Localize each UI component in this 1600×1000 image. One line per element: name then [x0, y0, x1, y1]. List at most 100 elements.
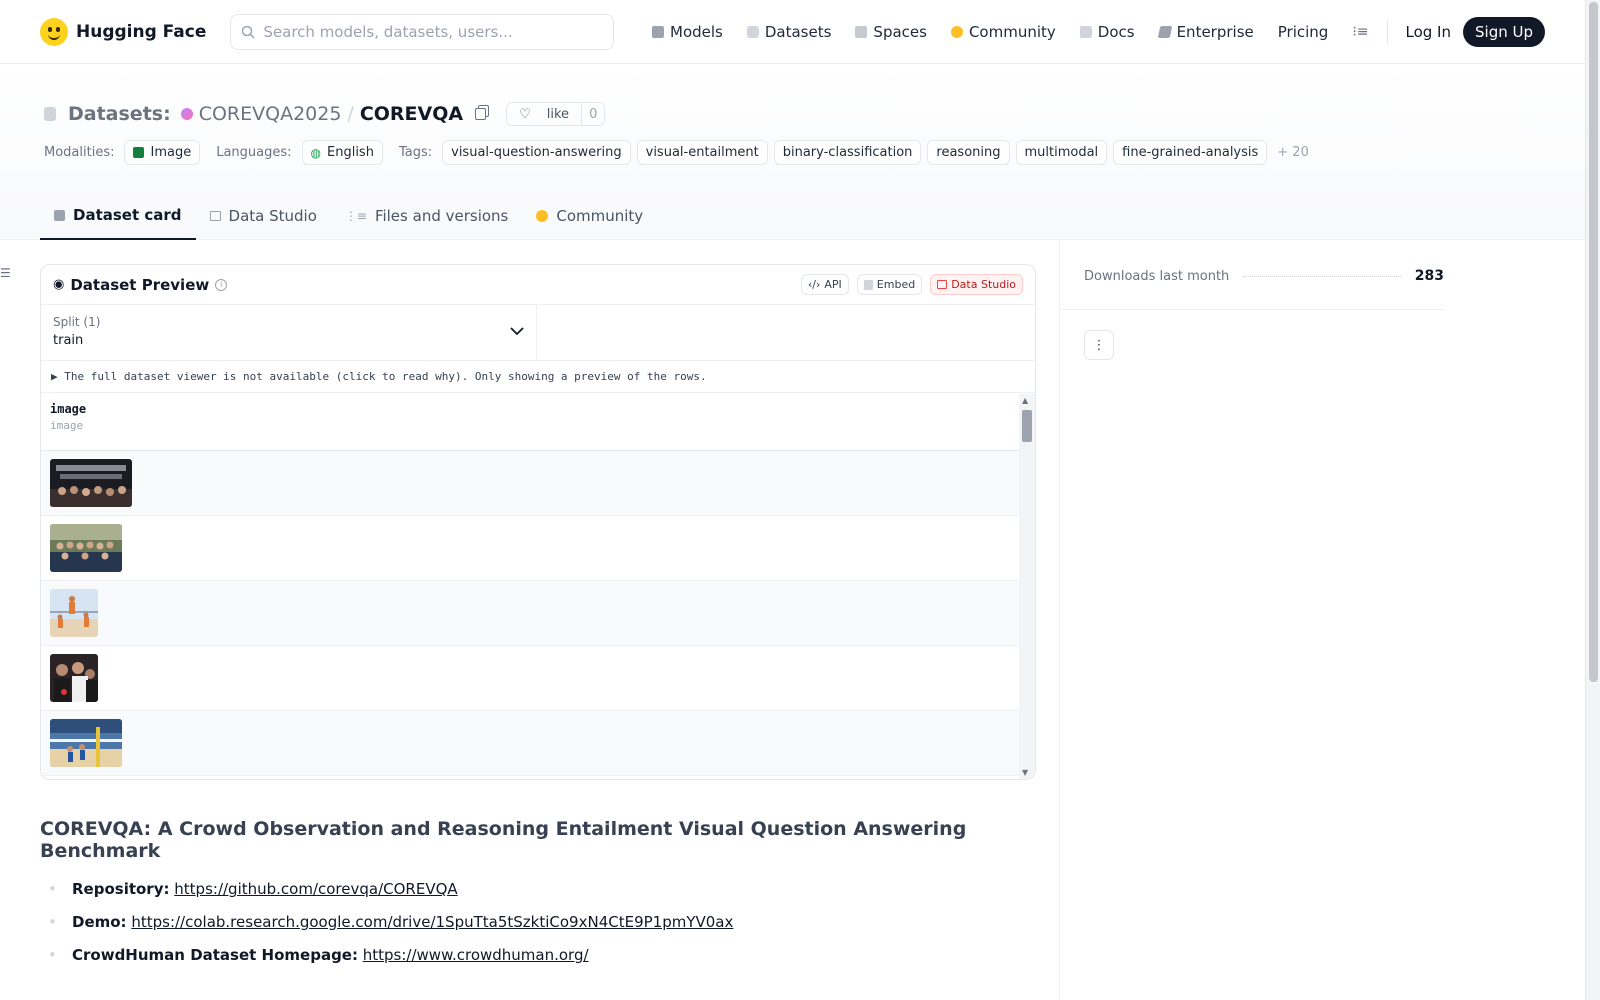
book-icon	[1079, 25, 1092, 38]
preview-actions: ‹/› API Embed Data Studio	[800, 274, 1023, 295]
image-thumbnail[interactable]	[50, 589, 98, 637]
preview-scrollbar[interactable]: ▲ ▼	[1019, 394, 1035, 779]
api-label: API	[824, 278, 842, 291]
embed-icon	[863, 279, 873, 290]
search-input[interactable]: Search models, datasets, users...	[230, 13, 615, 50]
more-tags-link[interactable]: + 20	[1277, 145, 1309, 160]
nav-docs[interactable]: Docs	[1068, 14, 1147, 50]
column-type: image	[50, 419, 84, 432]
signup-button[interactable]: Sign Up	[1463, 16, 1545, 47]
brand-logo[interactable]: Hugging Face	[40, 17, 206, 46]
table-row[interactable]	[41, 516, 1020, 581]
nav-label: Models	[670, 22, 723, 41]
embed-button[interactable]: Embed	[856, 274, 923, 295]
split-label: Split (1)	[53, 315, 101, 329]
scrollbar-thumb[interactable]	[1022, 410, 1032, 442]
image-thumbnail[interactable]	[50, 719, 122, 767]
downloads-stat: Downloads last month 283	[1084, 268, 1444, 284]
copy-icon[interactable]	[475, 108, 487, 120]
modalities-label: Modalities:	[44, 145, 115, 160]
info-icon[interactable]: i	[215, 278, 228, 291]
repo-tabs: Dataset card Data Studio ⋮≡ Files and ver…	[40, 192, 657, 240]
eye-icon: ◉	[53, 277, 65, 292]
nav-label: Datasets	[764, 22, 832, 41]
split-dropdown[interactable]: Split (1) train	[41, 305, 537, 360]
language-chip[interactable]: ◍ English	[301, 140, 383, 165]
column-header[interactable]: image image	[41, 394, 1020, 451]
data-studio-button[interactable]: Data Studio	[930, 274, 1023, 295]
nav-label: Spaces	[873, 22, 927, 41]
like-button[interactable]: ♡ like 0	[506, 102, 606, 126]
tag-chip[interactable]: visual-entailment	[636, 140, 768, 165]
top-navbar: Hugging Face Search models, datasets, us…	[0, 0, 1585, 64]
embed-label: Embed	[876, 278, 916, 291]
image-thumbnail[interactable]	[50, 524, 122, 572]
column-name: image	[50, 402, 87, 416]
org-link[interactable]: COREVQA2025	[199, 103, 342, 125]
nav-models[interactable]: Models	[640, 14, 735, 50]
repo-type-label[interactable]: Datasets:	[68, 103, 171, 125]
tab-community[interactable]: Community	[522, 192, 657, 240]
nav-enterprise[interactable]: Enterprise	[1147, 14, 1266, 50]
table-row[interactable]	[41, 581, 1020, 646]
tag-chip[interactable]: binary-classification	[773, 140, 922, 165]
scroll-up-icon[interactable]: ▲	[1022, 396, 1028, 405]
image-icon	[133, 147, 145, 158]
hugging-face-logo-icon	[40, 17, 68, 46]
viewer-notice[interactable]: ▶ The full dataset viewer is not availab…	[41, 361, 1035, 393]
list-item: Demo: https://colab.research.google.com/…	[40, 913, 1040, 931]
demo-link[interactable]: https://colab.research.google.com/drive/…	[131, 913, 733, 931]
tab-label: Files and versions	[374, 207, 509, 225]
breadcrumb-separator: /	[347, 103, 354, 125]
repository-link[interactable]: https://github.com/corevqa/COREVQA	[174, 880, 457, 898]
login-button[interactable]: Log In	[1394, 23, 1464, 41]
downloads-label: Downloads last month	[1084, 268, 1230, 284]
link-label: Demo:	[72, 913, 127, 931]
dataset-card-content: COREVQA: A Crowd Observation and Reasoni…	[40, 818, 1040, 979]
page-scrollbar[interactable]	[1585, 0, 1600, 1000]
table-row[interactable]	[41, 451, 1020, 516]
cube-icon	[652, 25, 664, 38]
toc-toggle-icon[interactable]: ☰	[0, 266, 11, 280]
image-thumbnail[interactable]	[50, 654, 98, 702]
tag-chip[interactable]: multimodal	[1015, 140, 1108, 165]
table-body	[41, 451, 1020, 776]
table-row[interactable]	[41, 711, 1020, 776]
preview-table: image image	[41, 394, 1020, 779]
sidebar-divider	[1059, 240, 1060, 1000]
tag-chip[interactable]: visual-question-answering	[442, 140, 631, 165]
grid-icon	[855, 25, 868, 38]
image-thumbnail[interactable]	[50, 459, 132, 507]
like-count: 0	[581, 103, 604, 125]
homepage-link[interactable]: https://www.crowdhuman.org/	[363, 946, 589, 964]
repo-name[interactable]: COREVQA	[360, 103, 463, 125]
languages-label: Languages:	[216, 145, 292, 160]
enterprise-icon	[1157, 25, 1172, 38]
page-scrollbar-thumb[interactable]	[1589, 2, 1598, 682]
nav-datasets[interactable]: Datasets	[735, 14, 844, 50]
like-label: like	[546, 106, 570, 122]
more-menu-button[interactable]: ⁝≡	[1340, 14, 1380, 50]
tab-files-and-versions[interactable]: ⋮≡ Files and versions	[331, 192, 523, 240]
api-button[interactable]: ‹/› API	[800, 274, 849, 295]
modality-chip[interactable]: Image	[124, 140, 201, 165]
tag-chip[interactable]: fine-grained-analysis	[1113, 140, 1268, 165]
split-value: train	[53, 333, 84, 348]
links-list: Repository: https://github.com/corevqa/C…	[40, 880, 1040, 964]
tab-dataset-card[interactable]: Dataset card	[40, 192, 196, 240]
menu-icon: ⁝≡	[1352, 23, 1369, 40]
chevron-down-icon	[510, 327, 524, 336]
scroll-down-icon[interactable]: ▼	[1022, 768, 1028, 777]
kebab-icon: ⋮	[1092, 337, 1106, 353]
tab-data-studio[interactable]: Data Studio	[196, 192, 331, 240]
more-options-button[interactable]: ⋮	[1084, 330, 1114, 360]
nav-pricing[interactable]: Pricing	[1266, 14, 1341, 50]
nav-community[interactable]: Community	[939, 14, 1068, 50]
tag-chip[interactable]: reasoning	[927, 140, 1010, 165]
downloads-value: 283	[1414, 268, 1444, 284]
card-icon	[54, 209, 65, 221]
nav-label: Pricing	[1277, 22, 1329, 41]
nav-spaces[interactable]: Spaces	[843, 14, 939, 50]
table-row[interactable]	[41, 646, 1020, 711]
repo-header: Datasets: COREVQA2025 / COREVQA ♡ like 0 …	[0, 64, 1585, 240]
